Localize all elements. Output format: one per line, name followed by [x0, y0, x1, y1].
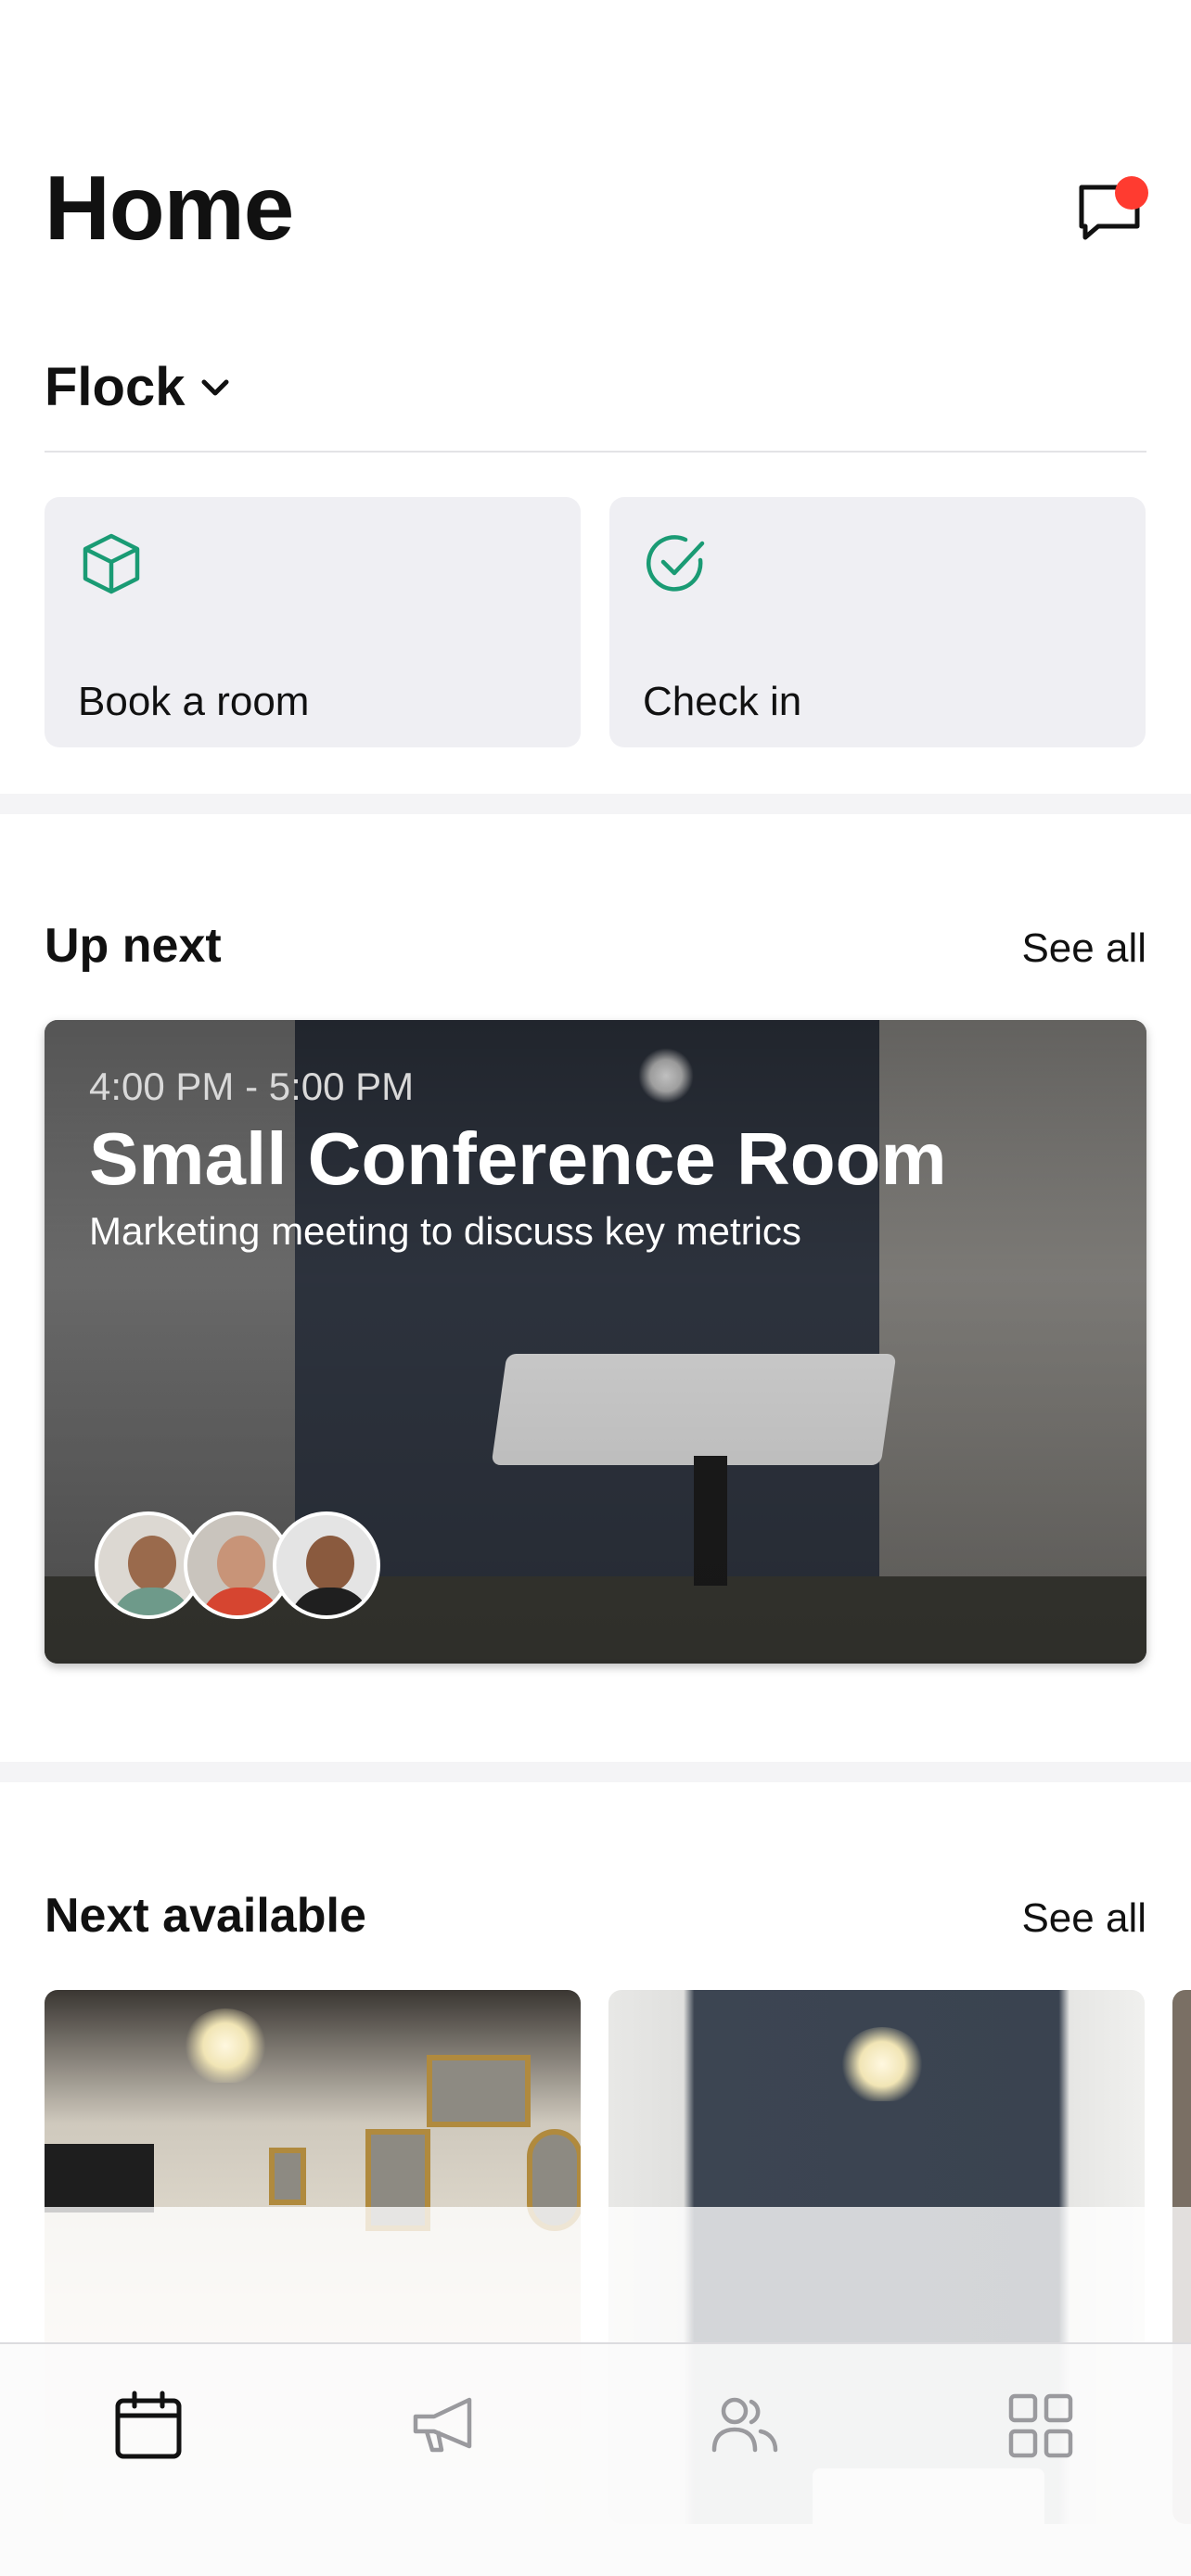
- people-icon: [711, 2397, 778, 2453]
- booking-time: 4:00 PM - 5:00 PM: [89, 1065, 415, 1108]
- unread-badge: [1115, 176, 1148, 210]
- up-next-see-all-link[interactable]: See all: [1021, 925, 1146, 972]
- section-separator: [0, 1762, 1191, 1782]
- check-circle-icon: [646, 535, 705, 592]
- avatar: [273, 1511, 380, 1619]
- booking-room-name: Small Conference Room: [89, 1117, 947, 1200]
- calendar-icon: [115, 2391, 182, 2459]
- avatar-face: [217, 1536, 265, 1591]
- room-photo-frame: [269, 2148, 306, 2205]
- avatar-face: [128, 1536, 176, 1591]
- avatar-body: [111, 1588, 193, 1615]
- room-photo-chandelier: [840, 2027, 924, 2101]
- book-room-label: Book a room: [78, 679, 310, 724]
- next-available-title: Next available: [45, 1889, 366, 1943]
- home-screen: Home Flock Book a room Check in Up next …: [0, 0, 1191, 2576]
- tab-announcements[interactable]: [399, 2379, 492, 2472]
- header-divider: [45, 451, 1146, 453]
- chevron-down-icon: [201, 379, 228, 395]
- grid-icon: [1008, 2393, 1073, 2458]
- avatar-face: [306, 1536, 354, 1591]
- check-in-button[interactable]: Check in: [609, 497, 1146, 747]
- avatar-body: [200, 1588, 282, 1615]
- avatar-body: [289, 1588, 371, 1615]
- tab-more[interactable]: [994, 2379, 1087, 2472]
- book-room-button[interactable]: Book a room: [45, 497, 581, 747]
- room-photo-tv: [45, 2144, 154, 2213]
- up-next-title: Up next: [45, 919, 222, 973]
- section-separator: [0, 794, 1191, 814]
- tab-bar: [0, 2342, 1191, 2576]
- room-photo-frame: [427, 2055, 531, 2127]
- org-selector[interactable]: Flock: [45, 356, 234, 418]
- cube-icon: [83, 533, 140, 594]
- booking-description: Marketing meeting to discuss key metrics: [89, 1209, 801, 1253]
- check-in-label: Check in: [643, 679, 802, 724]
- page-title: Home: [45, 157, 294, 259]
- up-next-booking-card[interactable]: 4:00 PM - 5:00 PM Small Conference Room …: [45, 1020, 1146, 1664]
- next-available-see-all-link[interactable]: See all: [1021, 1895, 1146, 1942]
- room-photo-chandelier: [184, 2009, 267, 2083]
- megaphone-icon: [413, 2397, 472, 2453]
- attendee-avatars: [95, 1511, 391, 1619]
- tab-people[interactable]: [698, 2379, 790, 2472]
- tab-calendar[interactable]: [102, 2379, 195, 2472]
- org-name: Flock: [45, 357, 186, 417]
